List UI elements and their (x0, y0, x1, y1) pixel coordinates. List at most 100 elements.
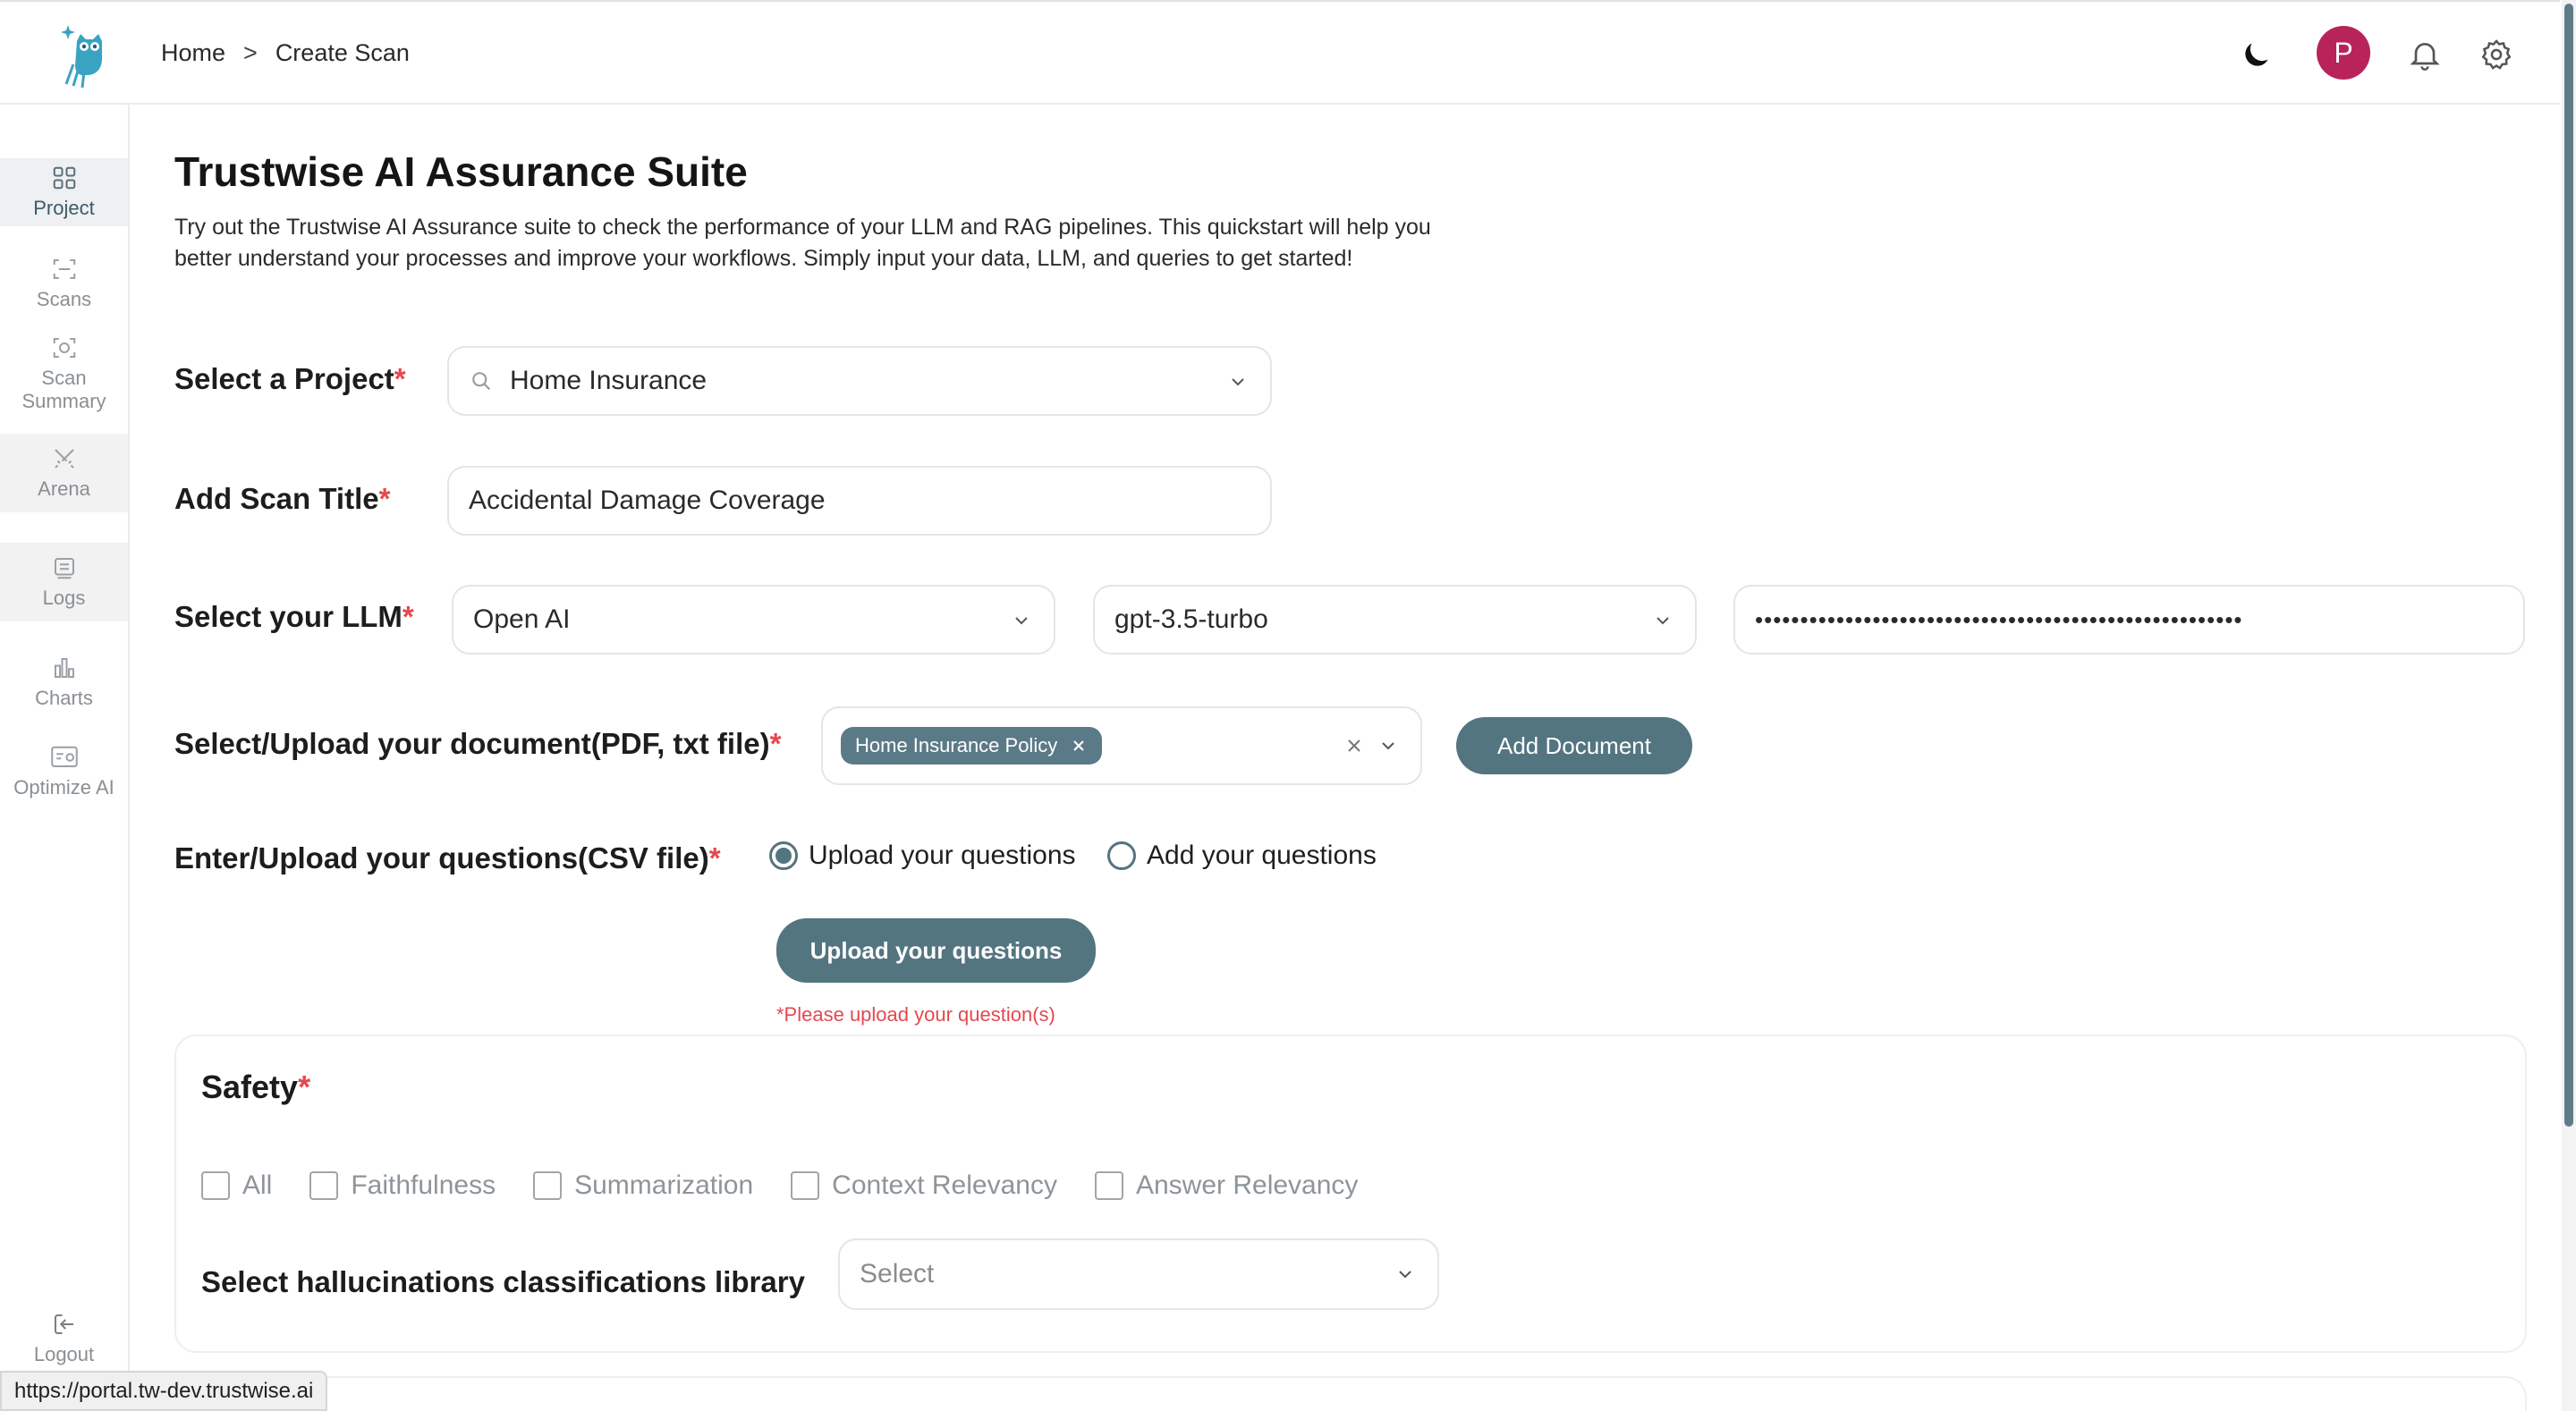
scan-title-label: Add Scan Title* (174, 482, 391, 515)
page-title: Trustwise AI Assurance Suite (174, 148, 748, 195)
scan-icon (53, 259, 75, 279)
sidebar-item-scans[interactable]: Scans (0, 248, 128, 319)
grid-icon (53, 166, 75, 190)
project-select[interactable]: Home Insurance (447, 346, 1272, 416)
bar-chart-icon (54, 658, 74, 678)
sidebar-item-label: Scan Summary (21, 367, 106, 412)
checkbox-label: Context Relevancy (832, 1170, 1057, 1200)
upload-questions-radio-label: Upload your questions (809, 841, 1076, 870)
chevron-down-icon (1657, 617, 1669, 625)
checkbox-summarization[interactable]: Summarization (533, 1170, 753, 1201)
breadcrumb-separator: > (243, 39, 258, 66)
logout-button[interactable]: Logout (0, 1303, 128, 1374)
logout-label: Logout (33, 1343, 95, 1365)
bell-icon[interactable] (2402, 32, 2447, 77)
upload-questions-radio[interactable]: Upload your questions (769, 841, 1076, 871)
sidebar-item-project[interactable]: Project (0, 158, 128, 226)
add-questions-radio-label: Add your questions (1147, 841, 1377, 870)
close-icon[interactable] (1070, 737, 1088, 755)
chevron-down-icon (1399, 1271, 1411, 1279)
checkbox-box (791, 1171, 820, 1200)
questions-warning: *Please upload your question(s) (776, 1003, 1055, 1026)
sidebar-item-label: Scans (36, 288, 92, 310)
checkbox-box (533, 1171, 563, 1200)
hallucination-library-select[interactable]: Select (838, 1238, 1439, 1310)
checkbox-context-relevancy[interactable]: Context Relevancy (791, 1170, 1057, 1201)
llm-provider-value: Open AI (473, 604, 571, 634)
swords-icon (54, 449, 74, 469)
gear-icon[interactable] (2474, 32, 2519, 77)
project-select-value: Home Insurance (510, 366, 708, 395)
sidebar-item-scan-summary[interactable]: Scan Summary (0, 326, 128, 421)
sidebar-item-label: Project (33, 197, 95, 219)
project-label: Select a Project* (174, 362, 406, 395)
radio-selected-icon (769, 841, 798, 870)
scan-title-value: Accidental Damage Coverage (469, 486, 826, 515)
radio-empty-icon (1107, 841, 1136, 870)
api-key-input[interactable]: ••••••••••••••••••••••••••••••••••••••••… (1733, 585, 2525, 655)
top-header: Home > Create Scan P (0, 0, 2560, 105)
sidebar-item-label: Logs (42, 587, 86, 609)
sidebar-item-logs[interactable]: Logs (0, 543, 128, 621)
llm-label: Select your LLM* (174, 600, 414, 633)
hallucination-library-placeholder: Select (860, 1259, 935, 1288)
scrollbar-thumb[interactable] (2564, 4, 2573, 1127)
sidebar-item-arena[interactable]: Arena (0, 434, 128, 512)
page-description: Try out the Trustwise AI Assurance suite… (174, 215, 1431, 271)
llm-model-value: gpt-3.5-turbo (1114, 604, 1268, 634)
checkbox-answer-relevancy[interactable]: Answer Relevancy (1094, 1170, 1359, 1201)
checkbox-faithfulness[interactable]: Faithfulness (309, 1170, 496, 1201)
document-label: Select/Upload your document(PDF, txt fil… (174, 727, 782, 760)
clear-icon[interactable] (1343, 735, 1365, 756)
document-tag: Home Insurance Policy (841, 727, 1103, 765)
checkbox-box (201, 1171, 230, 1200)
chevron-down-icon (1382, 742, 1394, 750)
safety-card: Safety* All Faithfulness Summarization C… (174, 1035, 2527, 1353)
scan-title-input[interactable]: Accidental Damage Coverage (447, 466, 1272, 536)
scan-summary-icon (53, 338, 75, 358)
questions-label: Enter/Upload your questions(CSV file)* (174, 841, 721, 874)
checkbox-box (309, 1171, 339, 1200)
upload-questions-button-label: Upload your questions (809, 936, 1063, 964)
safety-checkboxes: All Faithfulness Summarization Context R… (201, 1170, 1358, 1201)
sidebar-item-label: Arena (38, 477, 90, 500)
avatar-initial: P (2334, 36, 2353, 69)
sidebar: Project Scans Scan Summary Arena Logs Ch… (0, 105, 130, 1411)
checkbox-box (1094, 1171, 1123, 1200)
safety-title: Safety* (201, 1069, 311, 1105)
checkbox-label: Faithfulness (351, 1170, 496, 1200)
sidebar-item-optimize-ai[interactable]: Optimize AI (0, 732, 128, 811)
breadcrumb: Home > Create Scan (161, 39, 410, 67)
upload-questions-button[interactable]: Upload your questions (776, 918, 1096, 983)
logout-icon (54, 1314, 73, 1334)
document-tag-label: Home Insurance Policy (855, 734, 1058, 756)
add-document-label: Add Document (1497, 731, 1651, 759)
status-bar-url: https://portal.tw-dev.trustwise.ai (0, 1371, 328, 1411)
checkbox-label: Summarization (574, 1170, 754, 1200)
next-card (174, 1376, 2527, 1411)
sidebar-item-label: Optimize AI (13, 776, 114, 798)
avatar[interactable]: P (2317, 26, 2370, 80)
search-icon (472, 372, 491, 391)
llm-provider-select[interactable]: Open AI (452, 585, 1055, 655)
sidebar-item-label: Charts (35, 687, 93, 709)
checkbox-label: All (242, 1170, 273, 1200)
checkbox-all[interactable]: All (201, 1170, 272, 1201)
logs-icon (54, 558, 74, 579)
trustwise-logo-icon[interactable] (55, 20, 113, 88)
add-questions-radio[interactable]: Add your questions (1107, 841, 1377, 871)
scrollbar[interactable] (2562, 0, 2576, 1411)
chevron-down-icon (1232, 378, 1244, 386)
api-key-value: ••••••••••••••••••••••••••••••••••••••••… (1755, 605, 2243, 633)
moon-icon[interactable] (2234, 32, 2279, 77)
document-select[interactable]: Home Insurance Policy (821, 706, 1422, 785)
checkbox-label: Answer Relevancy (1135, 1170, 1359, 1200)
chevron-down-icon (1015, 617, 1028, 625)
breadcrumb-home[interactable]: Home (161, 39, 225, 67)
optimize-icon (50, 746, 78, 767)
sidebar-item-charts[interactable]: Charts (0, 643, 128, 722)
add-document-button[interactable]: Add Document (1456, 717, 1692, 774)
hallucination-library-label: Select hallucinations classifications li… (201, 1265, 805, 1298)
breadcrumb-current: Create Scan (275, 39, 410, 66)
llm-model-select[interactable]: gpt-3.5-turbo (1093, 585, 1697, 655)
